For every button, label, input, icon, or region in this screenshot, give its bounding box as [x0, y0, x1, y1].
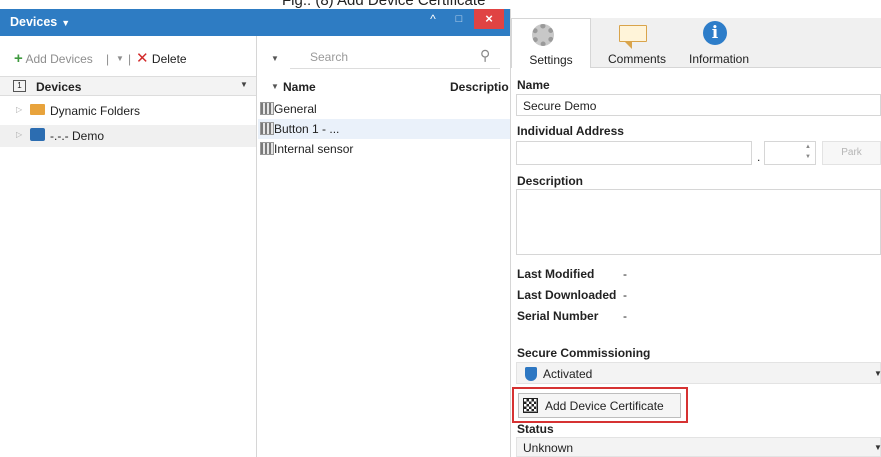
description-textarea[interactable]	[516, 189, 881, 255]
properties-tab-bar: Settings Comments i Information	[511, 18, 881, 68]
column-chooser-icon[interactable]: ▼	[271, 82, 279, 91]
name-field[interactable]: Secure Demo	[516, 94, 881, 116]
parameter-icon	[260, 142, 274, 155]
delete-button[interactable]: ✕ Delete	[136, 51, 187, 67]
folder-icon	[30, 104, 45, 115]
tree-item-demo[interactable]: ▷ -.-.- Demo	[0, 125, 256, 147]
info-key: Serial Number	[517, 309, 599, 323]
name-value: Secure Demo	[523, 99, 597, 113]
list-item-internal-sensor[interactable]: Internal sensor	[258, 139, 510, 159]
plus-icon: +	[14, 50, 23, 67]
parameter-icon	[260, 102, 274, 115]
search-input[interactable]: Search	[310, 50, 348, 64]
tab-label: Comments	[607, 52, 666, 66]
add-devices-dropdown-icon[interactable]: ▼	[116, 51, 124, 67]
pane-divider-2[interactable]	[510, 9, 511, 457]
secure-commissioning-select[interactable]: Activated ▼	[516, 362, 881, 384]
list-item-button-1[interactable]: Button 1 - ...	[258, 119, 510, 139]
toolbar-divider: |	[106, 52, 110, 66]
window-title[interactable]: Devices ▼	[10, 15, 70, 29]
tree-item-label: Dynamic Folders	[50, 104, 141, 118]
tree-item-label: -.-.- Demo	[50, 129, 104, 143]
info-value: -	[623, 288, 627, 302]
info-icon: i	[703, 21, 727, 45]
delete-label: Delete	[151, 52, 187, 66]
address-area-input[interactable]	[516, 141, 752, 165]
expand-arrow-icon[interactable]: ▷	[16, 105, 22, 114]
close-button[interactable]: ×	[474, 9, 504, 29]
pane-divider[interactable]	[256, 36, 257, 457]
info-key: Last Downloaded	[517, 288, 617, 302]
tab-information[interactable]: i Information	[679, 18, 759, 68]
device-list-icon: 1	[13, 80, 26, 92]
address-device-stepper[interactable]: ▲ ▼	[764, 141, 816, 165]
description-label: Description	[517, 174, 584, 188]
collapse-up-button[interactable]: ^	[421, 9, 445, 29]
tab-comments[interactable]: Comments	[601, 18, 673, 68]
add-certificate-highlight: Add Device Certificate	[512, 387, 688, 423]
info-value: -	[623, 309, 627, 323]
info-serial-number: Serial Number -	[517, 309, 627, 323]
toolbar-divider-2: |	[128, 52, 132, 66]
search-scope-dropdown-icon[interactable]: ▼	[271, 51, 279, 67]
gear-icon	[532, 24, 554, 46]
tree-item-dynamic-folders[interactable]: ▷ Dynamic Folders	[0, 100, 256, 122]
chevron-down-icon[interactable]: ▼	[874, 369, 881, 378]
qr-code-icon	[523, 398, 538, 413]
add-device-certificate-button[interactable]: Add Device Certificate	[518, 393, 681, 418]
figure-caption: Fig.: (8) Add Device Certificate	[282, 0, 642, 8]
add-devices-button[interactable]: + Add Devices	[14, 51, 93, 67]
shield-icon	[525, 367, 537, 381]
tab-settings[interactable]: Settings	[511, 18, 591, 68]
stepper-down-icon[interactable]: ▼	[805, 154, 811, 160]
info-last-downloaded: Last Downloaded -	[517, 288, 627, 302]
add-device-certificate-label: Add Device Certificate	[545, 399, 664, 413]
comment-icon	[619, 25, 647, 49]
window-title-label: Devices	[10, 15, 58, 29]
search-icon[interactable]: ⚲	[480, 47, 496, 63]
stepper-up-icon[interactable]: ▲	[805, 144, 811, 150]
column-header-name[interactable]: Name	[283, 80, 316, 94]
park-button[interactable]: Park	[822, 141, 881, 165]
search-box[interactable]: Search ⚲	[290, 47, 500, 69]
list-item-general[interactable]: General	[258, 99, 510, 119]
devices-title-bar[interactable]: Devices ▼ ^ □ ×	[0, 9, 510, 36]
chevron-down-icon[interactable]: ▼	[874, 443, 881, 452]
info-last-modified: Last Modified -	[517, 267, 627, 281]
maximize-button[interactable]: □	[447, 9, 471, 29]
column-header-description[interactable]: Descriptio	[450, 80, 510, 94]
status-value: Unknown	[523, 441, 574, 455]
tree-header-dropdown-icon[interactable]: ▼	[240, 80, 248, 89]
address-dot: .	[757, 150, 761, 164]
list-item-label: Button 1 - ...	[274, 122, 340, 136]
list-item-label: Internal sensor	[274, 142, 354, 156]
title-dropdown-icon[interactable]: ▼	[61, 18, 70, 28]
tree-header-label: Devices	[36, 80, 82, 94]
parameter-icon	[260, 122, 274, 135]
info-value: -	[623, 267, 627, 281]
tab-label: Settings	[529, 53, 573, 67]
delete-x-icon: ✕	[136, 50, 149, 67]
individual-address-label: Individual Address	[517, 124, 624, 138]
device-icon	[30, 128, 45, 141]
list-item-label: General	[274, 102, 317, 116]
secure-commissioning-value: Activated	[543, 367, 593, 381]
secure-commissioning-label: Secure Commissioning	[517, 346, 651, 360]
status-label: Status	[517, 422, 554, 436]
name-label: Name	[517, 78, 550, 92]
devices-tree-header[interactable]: 1 Devices ▼	[0, 76, 256, 96]
status-select[interactable]: Unknown ▼	[516, 437, 881, 457]
expand-arrow-icon[interactable]: ▷	[16, 130, 22, 139]
add-devices-label: Add Devices	[25, 52, 93, 66]
info-key: Last Modified	[517, 267, 595, 281]
tab-label: Information	[688, 52, 750, 66]
